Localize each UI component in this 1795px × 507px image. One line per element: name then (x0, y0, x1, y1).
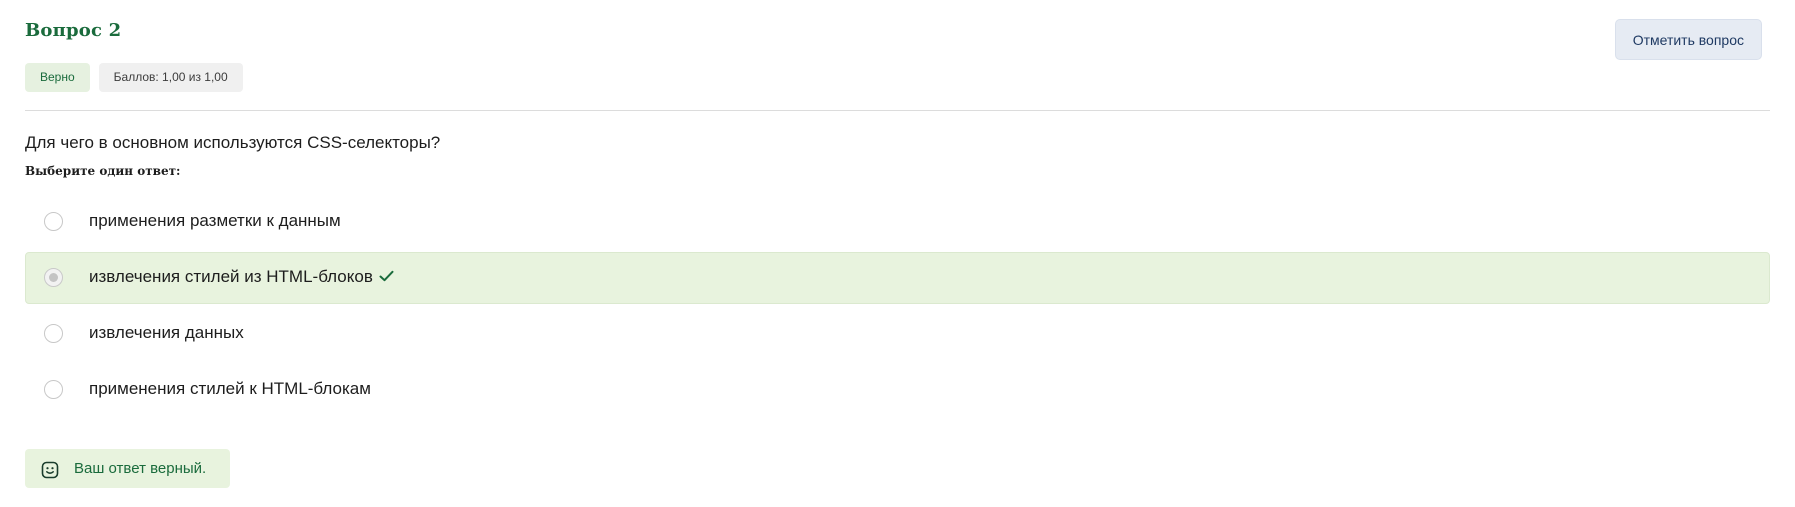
answer-label: извлечения данных (89, 323, 244, 342)
question-block: Вопрос 2 Верно Баллов: 1,00 из 1,00 Отме… (25, 0, 1770, 507)
answer-option[interactable]: извлечения данных (25, 308, 1770, 360)
radio-button[interactable] (44, 212, 63, 231)
status-badge: Верно (25, 63, 90, 92)
check-icon (379, 270, 394, 282)
answer-label: извлечения стилей из HTML-блоков (89, 267, 373, 286)
answer-label: применения стилей к HTML-блокам (89, 379, 371, 398)
question-badges: Верно Баллов: 1,00 из 1,00 (25, 63, 243, 92)
flag-question-button[interactable]: Отметить вопрос (1614, 19, 1762, 60)
score-badge: Баллов: 1,00 из 1,00 (98, 63, 243, 92)
answer-option[interactable]: применения разметки к данным (25, 196, 1770, 248)
answer-option[interactable]: применения стилей к HTML-блокам (25, 364, 1770, 416)
divider (25, 110, 1770, 111)
answer-label: применения разметки к данным (89, 211, 341, 230)
radio-button[interactable] (44, 324, 63, 343)
answer-option-correct[interactable]: извлечения стилей из HTML-блоков (25, 252, 1770, 304)
feedback-text: Ваш ответ верный. (74, 460, 207, 477)
feedback-message: Ваш ответ верный. (25, 449, 231, 488)
smiley-icon (41, 461, 59, 479)
radio-button[interactable] (44, 380, 63, 399)
question-text: Для чего в основном используются CSS-сел… (25, 133, 441, 152)
question-title: Вопрос 2 (25, 20, 122, 41)
answer-label-wrap: извлечения стилей из HTML-блоков (89, 267, 394, 287)
radio-button-selected[interactable] (44, 268, 63, 287)
answer-prompt: Выберите один ответ: (25, 164, 181, 178)
answer-list: применения разметки к данным извлечения … (25, 196, 1770, 420)
